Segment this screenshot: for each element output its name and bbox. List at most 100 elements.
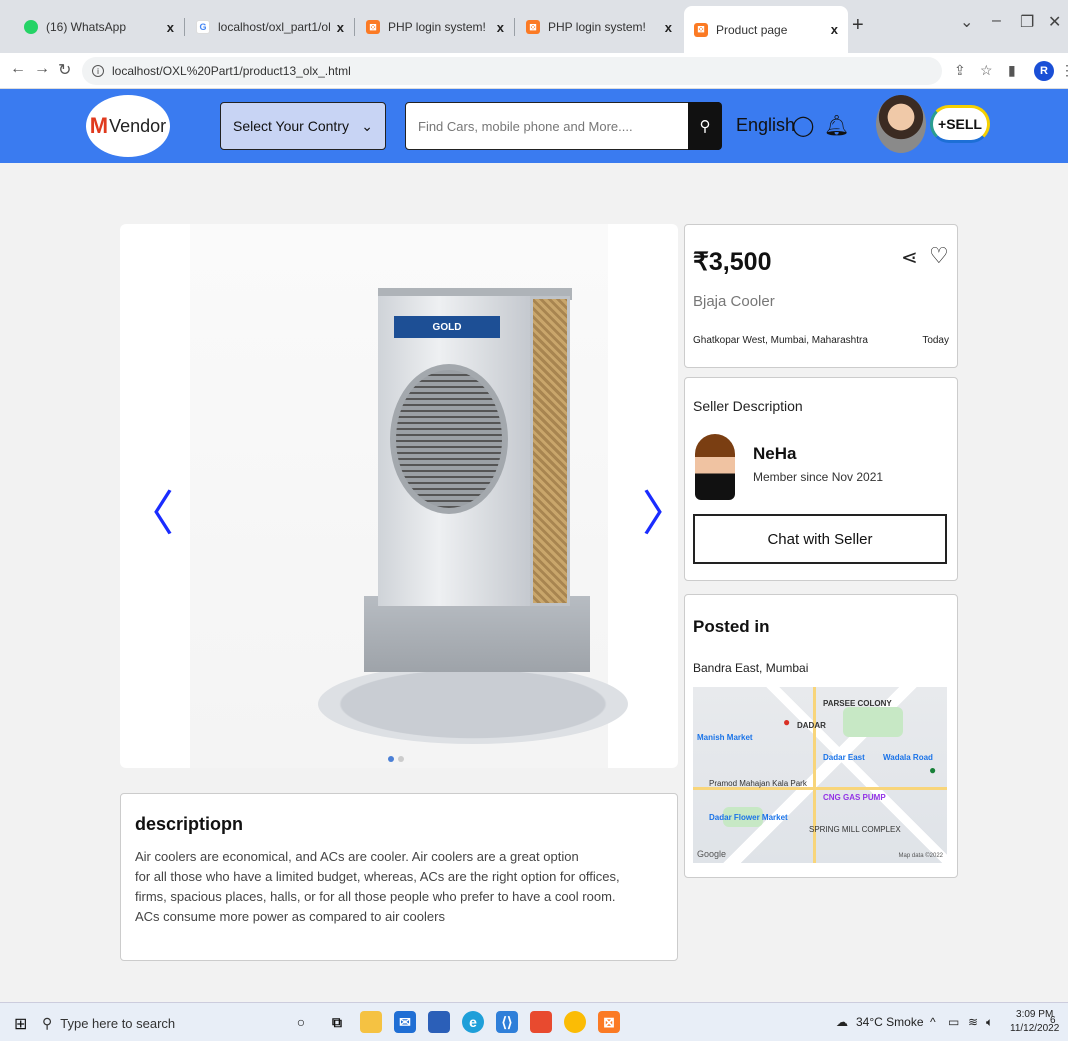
chrome-icon[interactable] xyxy=(564,1011,586,1033)
user-avatar[interactable] xyxy=(876,95,926,153)
browser-tab-strip: (16) WhatsApp x G localhost/oxl_part1/ol… xyxy=(0,0,1068,53)
cooler-brand-badge: GOLD xyxy=(394,316,500,338)
share-icon[interactable]: ⋖ xyxy=(901,245,918,270)
tray-chevron-icon[interactable]: ^ xyxy=(930,1015,936,1029)
seller-name[interactable]: NeHa xyxy=(753,444,796,464)
notification-bell-icon[interactable]: 🔔︎ xyxy=(824,113,849,138)
profile-avatar[interactable]: R xyxy=(1034,61,1054,81)
map-label: SPRING MILL COMPLEX xyxy=(809,825,901,834)
carousel-dot-1[interactable] xyxy=(388,756,394,762)
seller-heading: Seller Description xyxy=(693,398,803,414)
sell-button[interactable]: +SELL xyxy=(930,105,990,143)
windows-start-icon[interactable]: ⊞ xyxy=(14,1014,27,1034)
chat-with-seller-button[interactable]: Chat with Seller xyxy=(693,514,947,564)
close-tab-icon[interactable]: x xyxy=(337,20,344,35)
edge-icon[interactable]: e xyxy=(462,1011,484,1033)
map-label: Manish Market xyxy=(697,733,753,742)
back-icon[interactable]: ← xyxy=(10,60,26,78)
vendor-logo[interactable]: M Vendor xyxy=(86,95,170,157)
google-icon: G xyxy=(196,20,210,34)
product-title: Bjaja Cooler xyxy=(693,293,775,310)
description-line: for all those who have a limited budget,… xyxy=(135,869,620,884)
address-bar-row: ← → ↻ i localhost/OXL%20Part1/product13_… xyxy=(0,53,1068,89)
search-input[interactable]: Find Cars, mobile phone and More.... xyxy=(405,102,719,150)
description-line: ACs consume more power as compared to ai… xyxy=(135,909,445,924)
product-price: ₹3,500 xyxy=(693,248,772,276)
minimize-icon[interactable]: – xyxy=(992,12,1001,30)
map-road xyxy=(813,687,816,863)
forward-icon[interactable]: → xyxy=(34,60,50,78)
search-icon: ⚲ xyxy=(42,1014,53,1031)
tab-title: PHP login system! xyxy=(548,20,646,34)
map-label: PARSEE COLONY xyxy=(823,699,892,708)
new-tab-button[interactable]: + xyxy=(852,14,864,37)
tab-title: (16) WhatsApp xyxy=(46,20,127,34)
task-view-icon[interactable]: ⧉ xyxy=(326,1011,348,1033)
vscode-icon[interactable]: ⟨⟩ xyxy=(496,1011,518,1033)
battery-icon[interactable]: ▭ xyxy=(948,1015,959,1029)
close-tab-icon[interactable]: x xyxy=(497,20,504,35)
carousel-prev-icon[interactable]: 〈 xyxy=(126,474,174,544)
logo-mark: M xyxy=(89,113,109,138)
logo-text: Vendor xyxy=(109,115,167,136)
weather-text[interactable]: 34°C Smoke xyxy=(856,1015,924,1029)
chat-bubble-icon[interactable]: ◯ xyxy=(792,113,814,138)
posted-location: Bandra East, Mumbai xyxy=(693,661,809,675)
store-icon[interactable] xyxy=(428,1011,450,1033)
taskbar-search-input[interactable]: ⚲ Type here to search xyxy=(42,1009,282,1037)
tab-title: Product page xyxy=(716,22,788,37)
carousel-next-icon[interactable]: 〉 xyxy=(642,474,690,544)
restore-icon[interactable]: ❐ xyxy=(1020,12,1034,32)
xampp-icon[interactable]: ⊠ xyxy=(598,1011,620,1033)
close-tab-icon[interactable]: x xyxy=(167,20,174,35)
browser-tab-whatsapp[interactable]: (16) WhatsApp x xyxy=(14,8,184,46)
window-close-icon[interactable]: ✕ xyxy=(1048,12,1061,32)
map-pin-icon: ● xyxy=(783,715,791,729)
browser-tab-php-login-1[interactable]: ⊠ PHP login system! x xyxy=(356,8,514,46)
url-input[interactable]: i localhost/OXL%20Part1/product13_olx_.h… xyxy=(82,57,942,85)
close-tab-icon[interactable]: x xyxy=(831,22,838,37)
browser-tab-php-login-2[interactable]: ⊠ PHP login system! x xyxy=(516,8,682,46)
carousel-dot-2[interactable] xyxy=(398,756,404,762)
menu-kebab-icon[interactable]: ⋮ xyxy=(1060,62,1068,79)
search-button[interactable]: ⚲ xyxy=(688,102,722,150)
volume-icon[interactable]: 🔈︎ xyxy=(986,1015,993,1030)
seller-avatar xyxy=(695,434,735,500)
search-icon: ⚲ xyxy=(699,118,711,135)
office-icon[interactable] xyxy=(530,1011,552,1033)
share-page-icon[interactable]: ⇪ xyxy=(954,62,966,79)
location-map[interactable]: PARSEE COLONY DADAR Manish Market Dadar … xyxy=(693,687,947,863)
wifi-icon[interactable]: ≋ xyxy=(968,1015,978,1029)
info-icon[interactable]: i xyxy=(92,65,104,77)
mail-icon[interactable]: ✉ xyxy=(394,1011,416,1033)
site-header: M Vendor Select Your Contry ⌄ Find Cars,… xyxy=(0,89,1068,163)
tab-title: localhost/oxl_part1/olx1.html - G xyxy=(218,20,331,34)
notification-count-badge[interactable]: 6 xyxy=(1050,1015,1056,1026)
description-line: firms, spacious places, halls, or for al… xyxy=(135,889,616,904)
tab-search-icon[interactable]: ⌄ xyxy=(960,12,973,32)
weather-icon[interactable]: ☁ xyxy=(836,1015,848,1029)
cooler-side-pad xyxy=(530,296,570,606)
search-placeholder: Find Cars, mobile phone and More.... xyxy=(418,118,633,134)
bookmark-star-icon[interactable]: ☆ xyxy=(980,62,993,79)
cortana-icon[interactable]: ○ xyxy=(290,1011,312,1033)
file-explorer-icon[interactable] xyxy=(360,1011,382,1033)
image-shadow xyxy=(318,664,628,744)
sidebar-icon[interactable]: ▮ xyxy=(1008,62,1016,79)
xampp-icon: ⊠ xyxy=(366,20,380,34)
browser-tab-product-page[interactable]: ⊠ Product page x xyxy=(684,6,848,53)
whatsapp-icon xyxy=(24,20,38,34)
product-image-carousel: GOLD 〈 〉 xyxy=(120,224,690,768)
description-line: Air coolers are economical, and ACs are … xyxy=(135,849,579,864)
close-tab-icon[interactable]: x xyxy=(665,20,672,35)
windows-taskbar: ⊞ ⚲ Type here to search ○ ⧉ ✉ e ⟨⟩ ⊠ ☁ 3… xyxy=(0,1002,1068,1041)
reload-icon[interactable]: ↻ xyxy=(58,60,71,80)
price-card: ₹3,500 ⋖ ♡ Bjaja Cooler Ghatkopar West, … xyxy=(684,224,958,368)
favorite-heart-icon[interactable]: ♡ xyxy=(929,243,949,269)
language-select[interactable]: English xyxy=(736,115,795,136)
product-location: Ghatkopar West, Mumbai, Maharashtra xyxy=(693,335,868,346)
country-select[interactable]: Select Your Contry ⌄ xyxy=(220,102,386,150)
country-select-label: Select Your Contry xyxy=(233,118,349,134)
browser-tab-google[interactable]: G localhost/oxl_part1/olx1.html - G x xyxy=(186,8,354,46)
product-date: Today xyxy=(922,335,949,346)
